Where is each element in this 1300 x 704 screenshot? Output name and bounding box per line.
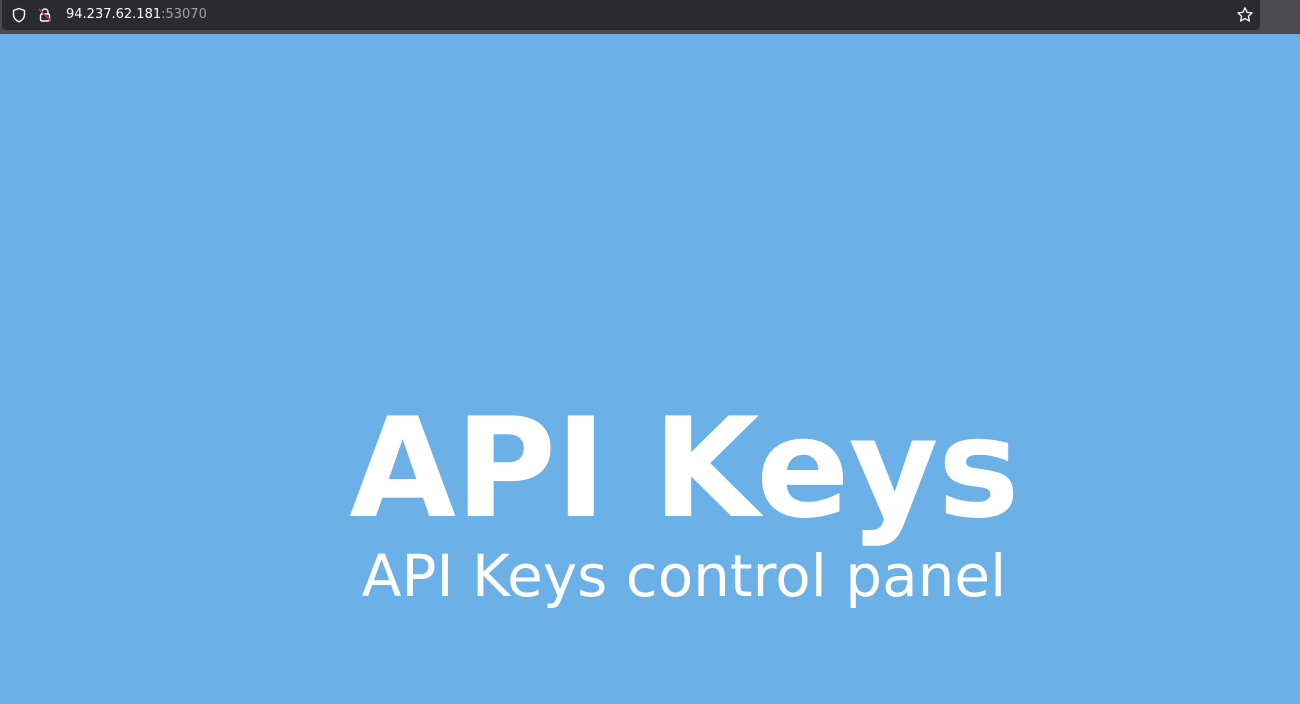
url-text[interactable]: 94.237.62.181:53070 xyxy=(66,6,207,24)
url-port: :53070 xyxy=(161,7,207,22)
star-icon[interactable] xyxy=(1236,6,1254,24)
shield-icon[interactable] xyxy=(10,6,28,24)
address-bar[interactable]: 94.237.62.181:53070 xyxy=(2,0,1260,30)
page-subtitle: API Keys control panel xyxy=(361,542,1007,610)
page-title: API Keys xyxy=(349,388,1020,550)
url-host: 94.237.62.181 xyxy=(66,7,162,22)
browser-toolbar: 94.237.62.181:53070 xyxy=(0,0,1300,34)
page-content: API Keys API Keys control panel xyxy=(0,34,1300,704)
insecure-lock-icon[interactable] xyxy=(36,6,54,24)
